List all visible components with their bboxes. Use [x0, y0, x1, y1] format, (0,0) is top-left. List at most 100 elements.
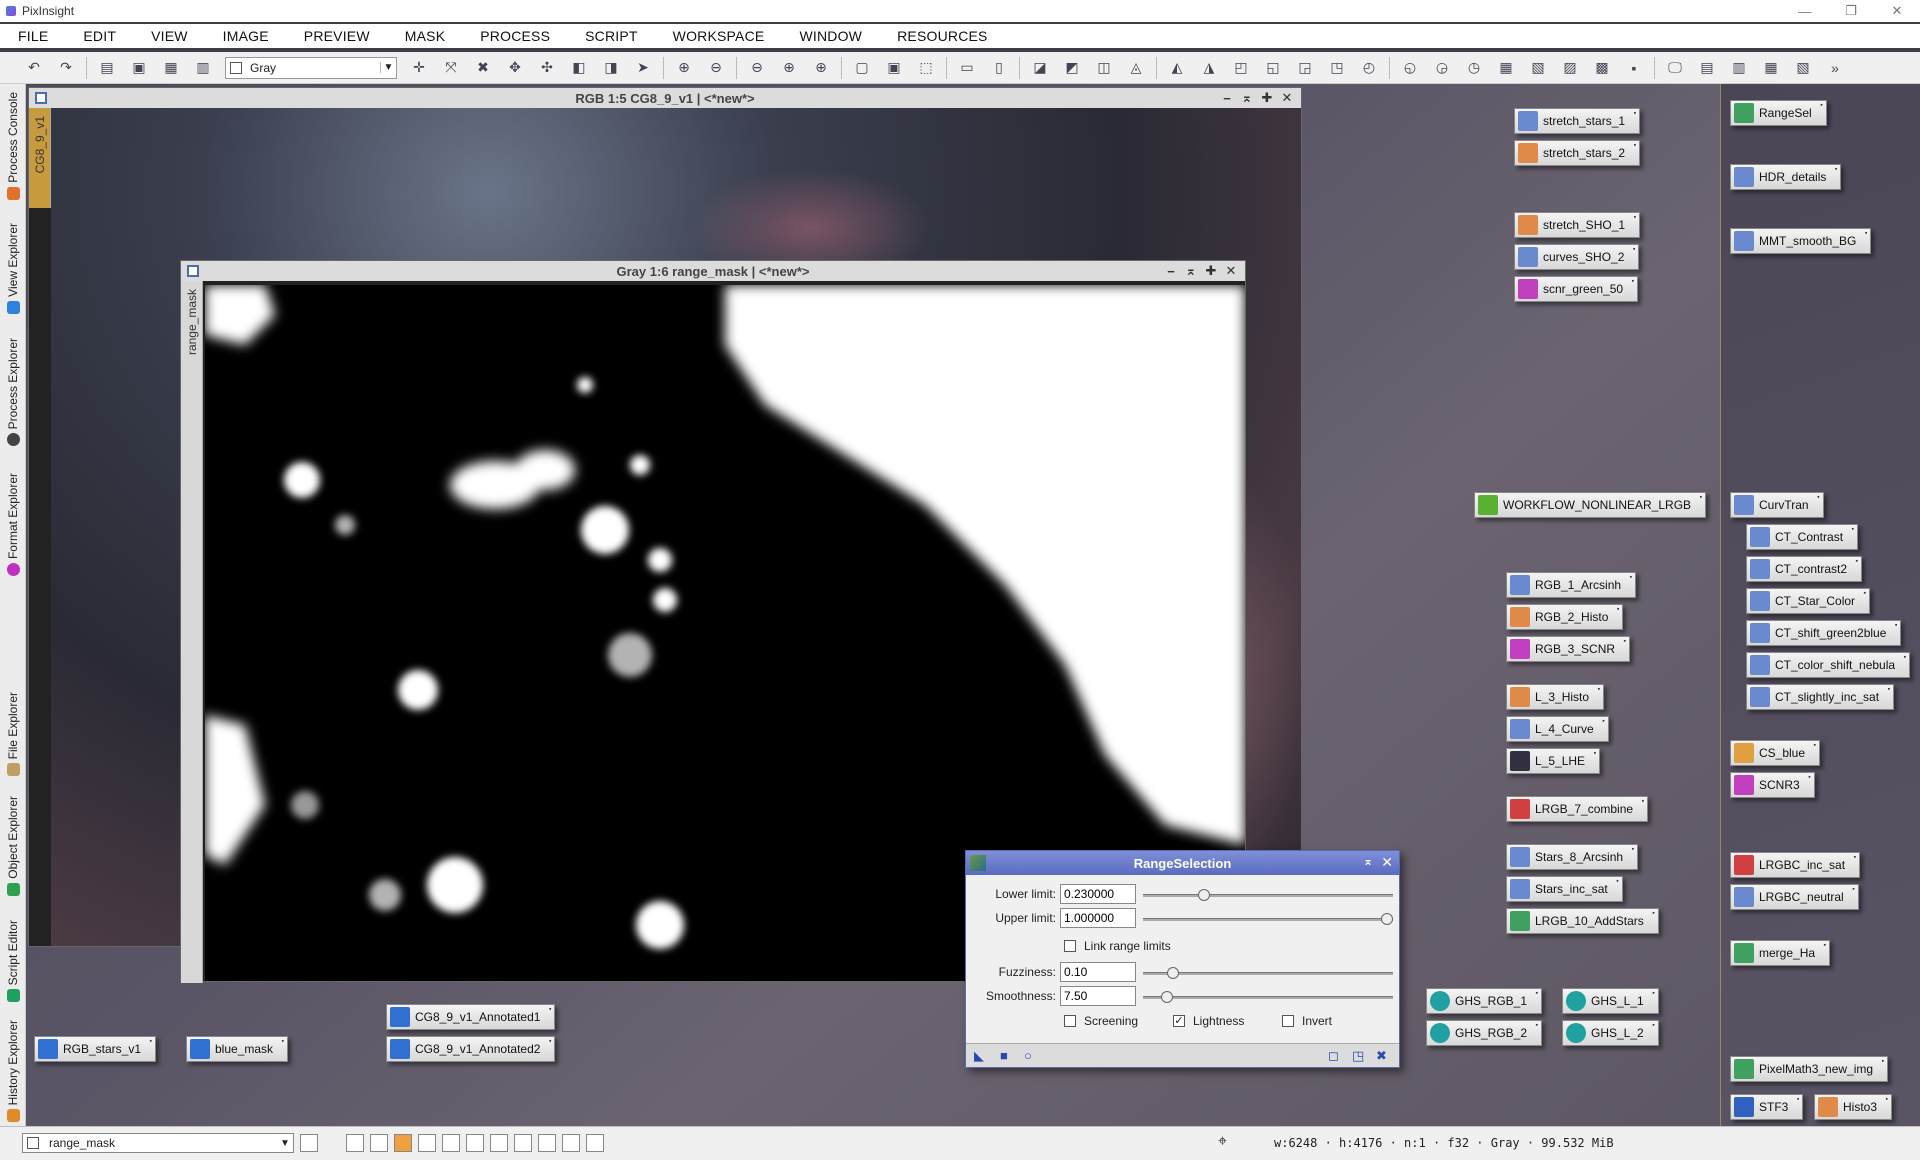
- window-menu-icon[interactable]: [187, 265, 199, 277]
- window-menu-icon[interactable]: [35, 92, 47, 104]
- stf-icon[interactable]: ◳: [1326, 57, 1348, 79]
- minimize-icon[interactable]: −: [1217, 91, 1237, 106]
- process-icon-stars-8-arcsinh[interactable]: Stars_8_Arcsinh: [1506, 844, 1639, 870]
- maximize-window-button[interactable]: ❐: [1828, 0, 1874, 22]
- shade-icon[interactable]: ⌅: [1181, 263, 1201, 279]
- close-window-button[interactable]: ✕: [1874, 0, 1920, 22]
- process-icon-ghs-l-1[interactable]: GHS_L_1: [1562, 988, 1659, 1014]
- save-as-icon[interactable]: ▥: [192, 57, 214, 79]
- process-icon-l-3-histo[interactable]: L_3_Histo: [1506, 684, 1605, 710]
- real-time-preview-icon[interactable]: ◻: [1328, 1048, 1339, 1064]
- process-icon-ct-contrast2[interactable]: CT_contrast2: [1746, 556, 1863, 582]
- active-view-select[interactable]: range_mask ▼: [22, 1133, 294, 1153]
- zoom-in-icon[interactable]: ⊕: [673, 57, 695, 79]
- process-icon-l-4-curve[interactable]: L_4_Curve: [1506, 716, 1609, 742]
- view-icon[interactable]: ▯: [988, 57, 1010, 79]
- menu-image[interactable]: IMAGE: [205, 28, 286, 44]
- mask-icon[interactable]: ◫: [1093, 57, 1115, 79]
- shade-icon[interactable]: ⌅: [1237, 90, 1257, 106]
- preview-button[interactable]: [346, 1134, 364, 1152]
- center-icon[interactable]: ✣: [536, 57, 558, 79]
- edit-preview-icon[interactable]: ◨: [600, 57, 622, 79]
- apply-icon[interactable]: ■: [1000, 1048, 1008, 1063]
- channel-icon[interactable]: ◵: [1399, 57, 1421, 79]
- channel-icon[interactable]: ▩: [1591, 57, 1613, 79]
- zoom-to-fit-icon[interactable]: ▣: [883, 57, 905, 79]
- channel-icon[interactable]: ▨: [1559, 57, 1581, 79]
- process-icon-histo3[interactable]: Histo3: [1814, 1094, 1893, 1120]
- channel-icon[interactable]: ▪: [1623, 57, 1645, 79]
- preview-button[interactable]: [562, 1134, 580, 1152]
- process-icon-lrgb-10-addstars[interactable]: LRGB_10_AddStars: [1506, 908, 1659, 934]
- checkbox-box[interactable]: [1282, 1015, 1294, 1027]
- process-icon-cs-blue[interactable]: CS_blue: [1730, 740, 1821, 766]
- process-icon-ct-slightly-inc-sat[interactable]: CT_slightly_inc_sat: [1746, 684, 1895, 710]
- lightness-checkbox[interactable]: ✓ Lightness: [1173, 1014, 1244, 1028]
- more-tools-icon[interactable]: »: [1824, 57, 1846, 79]
- checkbox-box[interactable]: [1064, 1015, 1076, 1027]
- shade-icon[interactable]: ⌅: [1363, 854, 1373, 868]
- monitor-icon[interactable]: ▥: [1728, 57, 1750, 79]
- crosshair-icon[interactable]: ⌖: [1218, 1133, 1227, 1151]
- minimize-icon[interactable]: −: [1161, 264, 1181, 279]
- stf-icon[interactable]: ◲: [1294, 57, 1316, 79]
- zoom-icon[interactable]: ⊕: [810, 57, 832, 79]
- view-tab[interactable]: range_mask: [181, 281, 203, 983]
- process-icon-ct-color-shift-nebula[interactable]: CT_color_shift_nebula: [1746, 652, 1911, 678]
- lower-limit-slider[interactable]: [1143, 889, 1393, 901]
- optimize-icon[interactable]: ⬚: [915, 57, 937, 79]
- process-icon-rgb-3-scnr[interactable]: RGB_3_SCNR: [1506, 636, 1631, 662]
- view-mode-select[interactable]: Gray ▼: [225, 56, 397, 79]
- mask-icon[interactable]: ◩: [1061, 57, 1083, 79]
- channel-icon[interactable]: ◷: [1463, 57, 1485, 79]
- preview-button[interactable]: [586, 1134, 604, 1152]
- tab-script-editor[interactable]: Script Editor: [0, 900, 26, 1002]
- process-icon-rangesel[interactable]: RangeSel: [1730, 100, 1827, 126]
- menu-window[interactable]: WINDOW: [781, 28, 879, 44]
- preview-button[interactable]: [538, 1134, 556, 1152]
- slider-knob[interactable]: [1197, 889, 1210, 901]
- process-icon-lrgbc-neutral[interactable]: LRGBC_neutral: [1730, 884, 1859, 910]
- preview-button[interactable]: [490, 1134, 508, 1152]
- minimize-window-button[interactable]: —: [1782, 0, 1828, 22]
- zoom-icon[interactable]: ⊖: [746, 57, 768, 79]
- zoom-out-icon[interactable]: ⊖: [705, 57, 727, 79]
- new-instance-icon[interactable]: ◣: [974, 1048, 984, 1064]
- documentation-icon[interactable]: ◳: [1352, 1048, 1364, 1064]
- menu-mask[interactable]: MASK: [387, 28, 462, 44]
- preview-button[interactable]: [466, 1134, 484, 1152]
- monitor-icon[interactable]: ▦: [1760, 57, 1782, 79]
- process-icon-lrgbc-inc-sat[interactable]: LRGBC_inc_sat: [1730, 852, 1861, 878]
- mask-icon[interactable]: ◬: [1125, 57, 1147, 79]
- preview-button[interactable]: [514, 1134, 532, 1152]
- close-icon[interactable]: ✕: [1221, 263, 1241, 279]
- tab-view-explorer[interactable]: View Explorer: [0, 214, 26, 314]
- process-icon-ghs-rgb-2[interactable]: GHS_RGB_2: [1426, 1020, 1543, 1046]
- mask-icon[interactable]: ◪: [1029, 57, 1051, 79]
- smoothness-input[interactable]: [1060, 986, 1136, 1006]
- tab-history-explorer[interactable]: History Explorer: [0, 1004, 26, 1122]
- process-icon-ct-contrast[interactable]: CT_Contrast: [1746, 524, 1859, 550]
- save-icon[interactable]: ▦: [160, 57, 182, 79]
- menu-file[interactable]: FILE: [0, 28, 65, 44]
- preview-button[interactable]: [442, 1134, 460, 1152]
- rangeselection-dialog[interactable]: RangeSelection ⌅ ✕ Lower limit: Upper li…: [965, 850, 1400, 1068]
- menu-process[interactable]: PROCESS: [462, 28, 567, 44]
- menu-edit[interactable]: EDIT: [65, 28, 133, 44]
- process-icon-stretch-stars-1[interactable]: stretch_stars_1: [1514, 108, 1641, 134]
- process-icon-rgb-1-arcsinh[interactable]: RGB_1_Arcsinh: [1506, 572, 1637, 598]
- menu-workspace[interactable]: WORKSPACE: [655, 28, 782, 44]
- tab-format-explorer[interactable]: Format Explorer: [0, 458, 26, 576]
- view-icon[interactable]: ▭: [956, 57, 978, 79]
- pointer-icon[interactable]: ➤: [632, 57, 654, 79]
- process-icon-ghs-l-2[interactable]: GHS_L_2: [1562, 1020, 1659, 1046]
- stf-icon[interactable]: ◱: [1262, 57, 1284, 79]
- menu-resources[interactable]: RESOURCES: [879, 28, 1004, 44]
- view-tab[interactable]: CG8_9_v1: [29, 108, 51, 208]
- stf-icon[interactable]: ◭: [1166, 57, 1188, 79]
- monitor-icon[interactable]: ▤: [1696, 57, 1718, 79]
- preview-button-active[interactable]: [394, 1134, 412, 1152]
- slider-knob[interactable]: [1160, 991, 1173, 1003]
- maximize-icon[interactable]: ✚: [1201, 263, 1221, 279]
- link-range-limits-checkbox[interactable]: Link range limits: [1064, 939, 1171, 953]
